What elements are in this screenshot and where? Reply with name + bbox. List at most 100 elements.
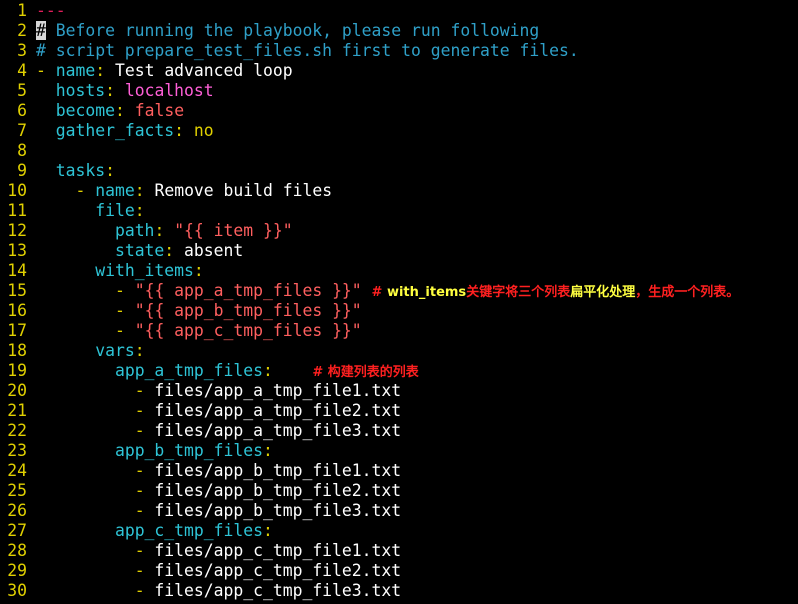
line-content[interactable]: tasks:	[36, 161, 115, 181]
code-line[interactable]: 27 app_c_tmp_files:	[0, 521, 798, 541]
line-number: 20	[7, 381, 27, 400]
code-token: state	[114, 241, 165, 260]
line-content[interactable]: hosts: localhost	[36, 81, 214, 101]
line-content[interactable]: - files/app_c_tmp_file2.txt	[36, 561, 401, 581]
code-token: absent	[174, 241, 244, 260]
line-content[interactable]: file:	[36, 201, 145, 221]
line-content[interactable]: ---	[36, 1, 66, 21]
code-line[interactable]: 18 vars:	[0, 341, 798, 361]
code-token: :	[134, 201, 145, 220]
code-line[interactable]: 25 - files/app_b_tmp_file2.txt	[0, 481, 798, 501]
line-content[interactable]: path: "{{ item }}"	[36, 221, 293, 241]
line-content[interactable]: - name: Remove build files	[36, 181, 332, 201]
code-line[interactable]: 24 - files/app_b_tmp_file1.txt	[0, 461, 798, 481]
annotation-text: #	[371, 285, 387, 300]
line-content[interactable]: app_a_tmp_files: # 构建列表的列表	[36, 361, 419, 383]
code-line[interactable]: 26 - files/app_b_tmp_file3.txt	[0, 501, 798, 521]
code-line[interactable]: 8	[0, 141, 798, 161]
code-line[interactable]: 13 state: absent	[0, 241, 798, 261]
code-line[interactable]: 17 - "{{ app_c_tmp_files }}"	[0, 321, 798, 341]
line-content[interactable]: app_b_tmp_files:	[36, 441, 273, 461]
line-content[interactable]: - files/app_a_tmp_file1.txt	[36, 381, 401, 401]
code-token: files/app_b_tmp_file2.txt	[144, 481, 402, 500]
line-content[interactable]: gather_facts: no	[36, 121, 214, 141]
code-token: -	[134, 501, 145, 520]
line-content[interactable]: - files/app_b_tmp_file1.txt	[36, 461, 401, 481]
line-number: 22	[7, 421, 27, 440]
line-content[interactable]: - name: Test advanced loop	[36, 61, 293, 81]
code-line[interactable]: 12 path: "{{ item }}"	[0, 221, 798, 241]
line-content[interactable]: vars:	[36, 341, 144, 361]
code-token: name	[95, 181, 135, 200]
line-content[interactable]: state: absent	[36, 241, 243, 261]
code-line[interactable]: 14 with_items:	[0, 261, 798, 281]
line-content[interactable]: - files/app_c_tmp_file3.txt	[36, 581, 401, 601]
code-token: -	[114, 301, 125, 320]
line-content[interactable]: - files/app_a_tmp_file2.txt	[36, 401, 401, 421]
code-line[interactable]: 19 app_a_tmp_files: # 构建列表的列表	[0, 361, 798, 381]
line-content[interactable]: - files/app_a_tmp_file3.txt	[36, 421, 401, 441]
code-line[interactable]: 9 tasks:	[0, 161, 798, 181]
line-content[interactable]: - "{{ app_a_tmp_files }}" # with_items关键…	[36, 281, 739, 303]
code-line[interactable]: 23 app_b_tmp_files:	[0, 441, 798, 461]
code-line[interactable]: 4- name: Test advanced loop	[0, 61, 798, 81]
line-number: 19	[7, 361, 27, 380]
line-content[interactable]: - files/app_b_tmp_file3.txt	[36, 501, 401, 521]
code-line[interactable]: 29 - files/app_c_tmp_file2.txt	[0, 561, 798, 581]
line-content[interactable]: - "{{ app_b_tmp_files }}"	[36, 301, 362, 321]
code-line[interactable]: 28 - files/app_c_tmp_file1.txt	[0, 541, 798, 561]
line-content[interactable]: # script prepare_test_files.sh first to …	[36, 41, 579, 61]
code-token: :	[193, 261, 204, 280]
code-token: ---	[36, 1, 66, 20]
code-line[interactable]: 6 become: false	[0, 101, 798, 121]
code-token: :	[262, 521, 273, 540]
code-token: :	[262, 361, 273, 380]
line-number: 1	[17, 1, 27, 20]
code-line[interactable]: 2 # Before running the playbook, please r…	[0, 21, 798, 41]
code-token: :	[174, 121, 185, 140]
line-content[interactable]: app_c_tmp_files:	[36, 521, 273, 541]
code-line[interactable]: 20 - files/app_a_tmp_file1.txt	[0, 381, 798, 401]
code-line[interactable]: 30 - files/app_c_tmp_file3.txt	[0, 581, 798, 601]
line-content[interactable]: - files/app_b_tmp_file2.txt	[36, 481, 401, 501]
line-content[interactable]: # Before running the playbook, please ru…	[36, 21, 539, 41]
line-content[interactable]: - "{{ app_c_tmp_files }}"	[36, 321, 362, 341]
code-line[interactable]: 10 - name: Remove build files	[0, 181, 798, 201]
code-line[interactable]: 21 - files/app_a_tmp_file2.txt	[0, 401, 798, 421]
code-token: -	[75, 181, 86, 200]
code-token: "{{ app_a_tmp_files }}"	[134, 281, 362, 300]
code-line[interactable]: 11 file:	[0, 201, 798, 221]
code-line[interactable]: 15 - "{{ app_a_tmp_files }}" # with_item…	[0, 281, 798, 301]
code-line[interactable]: 22 - files/app_a_tmp_file3.txt	[0, 421, 798, 441]
code-line[interactable]: 1 ---	[0, 1, 798, 21]
line-content[interactable]: with_items:	[36, 261, 204, 281]
line-number: 8	[17, 141, 27, 160]
text-cursor: #	[36, 21, 46, 40]
code-token: -	[134, 481, 145, 500]
code-line[interactable]: 16 - "{{ app_b_tmp_files }}"	[0, 301, 798, 321]
code-line[interactable]: 5 hosts: localhost	[0, 81, 798, 101]
code-line[interactable]: 3 # script prepare_test_files.sh first to…	[0, 41, 798, 61]
line-content[interactable]: become: false	[36, 101, 184, 121]
code-token: -	[134, 541, 145, 560]
code-line[interactable]: 7 gather_facts: no	[0, 121, 798, 141]
code-token: no	[193, 121, 214, 140]
code-editor[interactable]: 1 --- 2 # Before running the playbook, plea…	[0, 1, 798, 604]
line-content[interactable]: - files/app_c_tmp_file1.txt	[36, 541, 401, 561]
